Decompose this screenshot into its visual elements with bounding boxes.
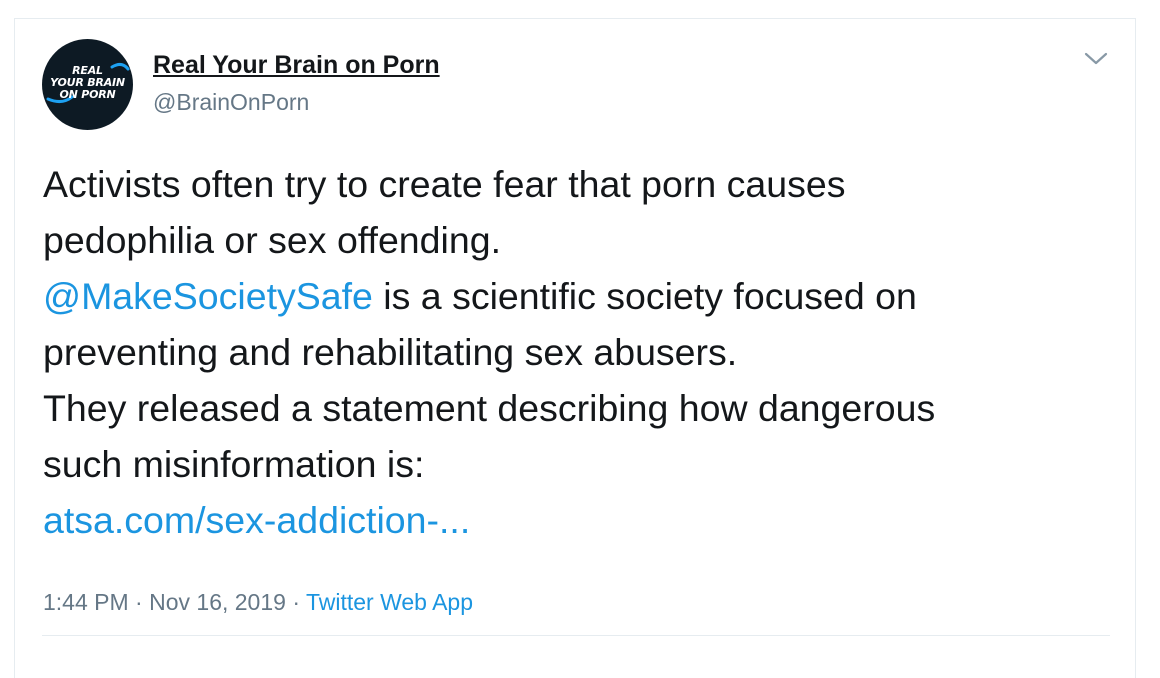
tweet-source-link[interactable]: Twitter Web App xyxy=(306,589,473,615)
tweet-text: Activists often try to create fear that … xyxy=(43,156,1123,548)
tweet-meta: 1:44 PM · Nov 16, 2019 · Twitter Web App xyxy=(43,589,473,616)
tweet-text-line: atsa.com/sex-addiction-... xyxy=(43,492,1123,548)
display-name-link[interactable]: Real Your Brain on Porn xyxy=(153,51,440,80)
tweet-text-fragment: is a scientific society focused on xyxy=(372,275,917,317)
tweet-time[interactable]: 1:44 PM xyxy=(43,589,129,615)
avatar-logo-text: REAL YOUR BRAIN ON PORN xyxy=(42,65,133,101)
divider xyxy=(42,635,1110,636)
tweet-date[interactable]: Nov 16, 2019 xyxy=(149,589,286,615)
meta-separator: · xyxy=(285,589,306,615)
meta-separator: · xyxy=(128,589,150,615)
tweet-text-line: Activists often try to create fear that … xyxy=(43,163,846,205)
tweet-text-line: They released a statement describing how… xyxy=(43,387,936,429)
tweet-card: REAL YOUR BRAIN ON PORN Real Your Brain … xyxy=(14,18,1136,678)
user-handle: @BrainOnPorn xyxy=(153,89,310,115)
url-link[interactable]: atsa.com/sex-addiction-... xyxy=(43,499,470,541)
avatar[interactable]: REAL YOUR BRAIN ON PORN xyxy=(42,39,133,130)
tweet-text-line: such misinformation is: xyxy=(43,443,425,485)
tweet-text-line: pedophilia or sex offending. xyxy=(43,219,501,261)
avatar-text-line: ON PORN xyxy=(59,88,116,101)
chevron-down-icon[interactable] xyxy=(1083,49,1109,69)
tweet-text-line: @MakeSocietySafe is a scientific society… xyxy=(43,268,1123,324)
mention-link[interactable]: @MakeSocietySafe xyxy=(43,275,373,317)
tweet-text-line: preventing and rehabilitating sex abuser… xyxy=(43,331,738,373)
